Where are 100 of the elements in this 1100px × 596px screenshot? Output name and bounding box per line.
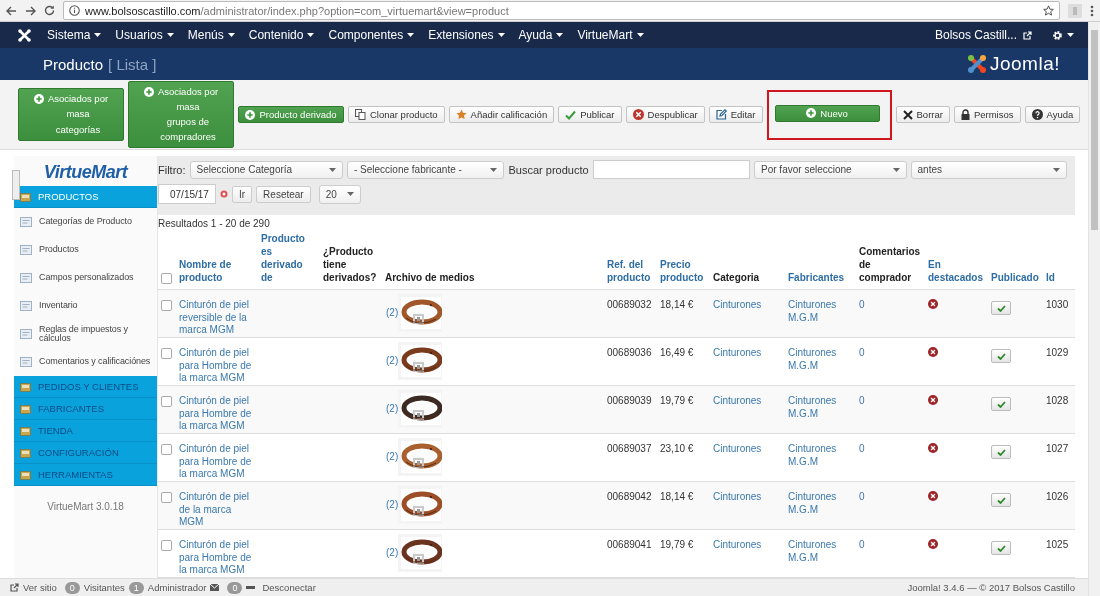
sidebar-section[interactable]: HERRAMIENTAS [14,464,157,486]
comments-link[interactable]: 0 [859,491,865,502]
reset-button[interactable]: Resetear [256,185,311,203]
toolbar-button[interactable]: Producto derivado [238,106,344,123]
publish-toggle[interactable] [991,397,1011,411]
media-count-link[interactable]: (2) [386,354,399,368]
x-circle-icon[interactable] [928,395,938,405]
select-all-checkbox[interactable] [161,273,172,284]
x-circle-icon[interactable] [928,299,938,309]
x-circle-icon[interactable] [928,491,938,501]
menu-item[interactable]: Contenido [248,28,315,42]
sidebar-item[interactable]: Campos personalizados [14,264,157,292]
scrollbar-thumb[interactable] [1091,30,1098,230]
sort-column-header[interactable]: Fabricantes [785,229,856,290]
x-circle-icon[interactable] [928,443,938,453]
publish-toggle[interactable] [991,493,1011,507]
toolbar-button[interactable]: Clonar producto [348,106,445,123]
toolbar-button[interactable]: Editar [708,106,763,123]
comments-link[interactable]: 0 [859,443,865,454]
manufacturer-link[interactable]: Cinturones M.G.M [788,539,853,564]
media-count-link[interactable]: (2) [386,546,399,560]
sort-column-header[interactable]: Producto es derivado de [258,229,320,290]
category-link[interactable]: Cinturones [713,395,762,406]
search-field[interactable] [592,160,751,179]
date-relation-select[interactable]: antes [910,160,1067,179]
menu-item[interactable]: Extensiones [428,28,505,42]
menu-item[interactable]: Menús [187,28,235,42]
logout-link[interactable]: Desconectar [262,582,316,593]
comments-link[interactable]: 0 [859,539,865,550]
menu-icon[interactable] [1090,4,1094,17]
row-checkbox[interactable] [161,444,172,455]
media-count-link[interactable]: (2) [386,306,399,320]
bulk-action-button[interactable]: Asociados por masa grupos de compradores [128,80,234,149]
publish-toggle[interactable] [991,349,1011,363]
joomla-icon[interactable] [18,28,31,42]
comments-link[interactable]: 0 [859,299,865,310]
manufacturer-link[interactable]: Cinturones M.G.M [788,347,853,372]
back-icon[interactable] [6,5,17,16]
sidebar-item[interactable]: Inventario [14,292,157,320]
category-link[interactable]: Cinturones [713,443,762,454]
x-circle-icon[interactable] [928,539,938,549]
sort-column-header[interactable]: Ref. del producto [604,229,657,290]
row-checkbox[interactable] [161,492,172,503]
publish-toggle[interactable] [991,541,1011,555]
sort-column-header[interactable]: En destacados [925,229,988,290]
x-circle-icon[interactable] [928,347,938,357]
category-link[interactable]: Cinturones [713,491,762,502]
row-checkbox[interactable] [161,396,172,407]
sidebar-section[interactable]: PRODUCTOS [14,186,157,208]
sort-column-header[interactable]: Publicado [988,229,1043,290]
comments-link[interactable]: 0 [859,395,865,406]
sidebar-item[interactable]: Reglas de impuestos y cálculos [14,320,157,348]
toolbar-button[interactable]: Nuevo [774,104,880,122]
external-link-icon[interactable] [10,583,19,592]
row-checkbox[interactable] [161,540,172,551]
product-link[interactable]: Cinturón de piel para Hombre de la marca MGM [179,347,255,385]
sort-column-header[interactable]: Nombre de producto [176,229,258,290]
page-size-select[interactable]: 20 [318,184,361,204]
manufacturer-select[interactable]: - Seleccione fabricante - [347,160,505,179]
toolbar-button[interactable]: Ayuda [1024,106,1081,123]
media-count-link[interactable]: (2) [386,498,399,512]
menu-item[interactable]: Sistema [47,28,102,42]
product-link[interactable]: Cinturón de piel para Hombre de la marca MGM [179,443,255,481]
row-checkbox[interactable] [161,348,172,359]
menu-item[interactable]: Usuarios [115,28,174,42]
toolbar-button[interactable]: Añadir calificación [448,106,555,123]
date-mode-select[interactable]: Por favor seleccione [754,160,907,179]
media-count-link[interactable]: (2) [386,402,399,416]
collapse-handle[interactable] [12,170,20,200]
sort-column-header[interactable]: Precio producto [657,229,710,290]
menu-item[interactable]: Ayuda [518,28,564,42]
date-field[interactable]: 07/15/17 [158,184,216,204]
row-checkbox[interactable] [161,300,172,311]
reload-icon[interactable] [44,5,55,16]
forward-icon[interactable] [25,5,36,16]
category-select[interactable]: Seleccione Categoría [189,160,343,179]
sidebar-section[interactable]: FABRICANTES [14,398,157,420]
clear-date-icon[interactable] [220,190,228,198]
publish-toggle[interactable] [991,301,1011,315]
site-link[interactable]: Bolsos Castill... [934,28,1017,42]
comments-link[interactable]: 0 [859,347,865,358]
view-site-link[interactable]: Ver sitio [23,582,57,593]
settings-menu[interactable] [1052,29,1074,41]
toolbar-button[interactable]: Borrar [895,106,950,123]
toolbar-button[interactable]: Despublicar [625,106,705,123]
publish-toggle[interactable] [991,445,1011,459]
product-link[interactable]: Cinturón de piel para Hombre de la marca MGM [179,539,255,577]
menu-item[interactable]: VirtueMart [577,28,644,42]
sidebar-item[interactable]: Comentarios y calificaciónes [14,348,157,376]
sidebar-section[interactable]: CONFIGURACIÓN [14,442,157,464]
sort-column-header[interactable]: Id [1043,229,1075,290]
category-link[interactable]: Cinturones [713,347,762,358]
toolbar-button[interactable]: Publicar [558,106,622,123]
sidebar-item[interactable]: Productos [14,236,157,264]
category-link[interactable]: Cinturones [713,299,762,310]
sidebar-section[interactable]: TIENDA [14,420,157,442]
sidebar-item[interactable]: Categorías de Producto [14,208,157,236]
category-link[interactable]: Cinturones [713,539,762,550]
manufacturer-link[interactable]: Cinturones M.G.M [788,443,853,468]
media-count-link[interactable]: (2) [386,450,399,464]
